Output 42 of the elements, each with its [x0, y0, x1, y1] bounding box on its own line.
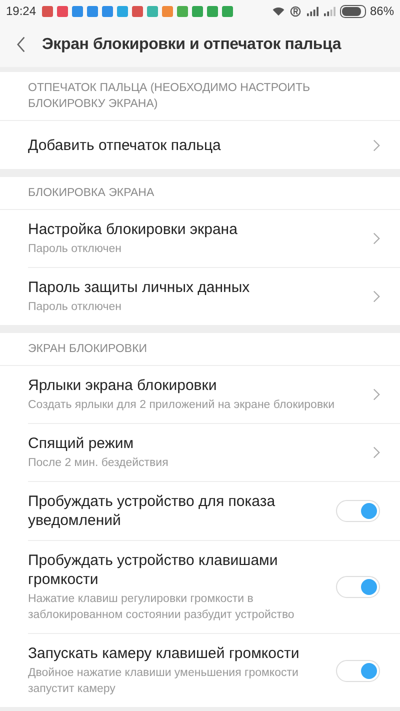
- page-title: Экран блокировки и отпечаток пальца: [42, 36, 342, 54]
- item-title: Пробуждать устройство клавишами громкости: [28, 551, 279, 589]
- settings-item[interactable]: Добавить отпечаток пальца: [28, 121, 400, 169]
- settings-item[interactable]: Ярлыки экрана блокировки Создать ярлыки для 2 приложений на экране блокировки: [28, 366, 400, 424]
- item-subtitle: Нажатие клавиш регулировки громкости в заблокированном состоянии разбудит устройство: [28, 592, 296, 623]
- item-title: Спящий режим: [28, 434, 135, 453]
- toggle-switch[interactable]: [336, 576, 380, 598]
- item-title: Настройка блокировки экрана: [28, 220, 238, 239]
- toggle-switch[interactable]: [336, 500, 380, 522]
- battery-percent: 86%: [370, 4, 394, 18]
- settings-item[interactable]: Настройка блокировки экрана Пароль отключен: [28, 210, 400, 268]
- item-title: Запускать камеру клавишей громкости: [28, 644, 300, 663]
- item-subtitle: После 2 мин. бездействия: [28, 456, 170, 471]
- settings-item[interactable]: Пробуждать устройство клавишами громкости Нажатие клавиш регулировки громкости в заблокированном состоянии разбудит устройство: [28, 541, 400, 634]
- item-subtitle: Создать ярлыки для 2 приложений на экране блокировки: [28, 398, 336, 413]
- settings-item[interactable]: Запускать камеру клавишей громкости Двойное нажатие клавиши уменьшения громкости запустит камеру: [28, 634, 400, 707]
- item-subtitle: Пароль отключен: [28, 242, 122, 257]
- settings-item[interactable]: Пароль защиты личных данных Пароль отключен: [28, 268, 400, 325]
- section-header: ЭКРАН БЛОКИРОВКИ: [0, 333, 400, 366]
- toggle-switch[interactable]: [336, 660, 380, 682]
- item-title: Добавить отпечаток пальца: [28, 136, 222, 154]
- settings-item[interactable]: Спящий режим После 2 мин. бездействия: [28, 424, 400, 482]
- chevron-right-icon: [373, 232, 380, 245]
- settings-item[interactable]: Пробуждать устройство для показа уведомлений: [28, 482, 400, 541]
- signal-icon: [322, 6, 336, 16]
- item-title: Ярлыки экрана блокировки: [28, 376, 218, 395]
- chevron-right-icon: [373, 290, 380, 303]
- section-header: ОТПЕЧАТОК ПАЛЬЦА (НЕОБХОДИМО НАСТРОИТЬ БЛОКИРОВКУ ЭКРАНА): [0, 72, 400, 121]
- roaming-icon: [288, 6, 302, 16]
- wifi-icon: [272, 6, 285, 16]
- chevron-right-icon: [373, 446, 380, 459]
- item-subtitle: Двойное нажатие клавиши уменьшения громкости запустит камеру: [28, 666, 300, 697]
- item-title: Пароль защиты личных данных: [28, 278, 251, 297]
- chevron-right-icon: [373, 138, 380, 152]
- battery-icon: [340, 4, 366, 18]
- item-title: Пробуждать устройство для показа уведомлений: [28, 492, 276, 530]
- back-icon[interactable]: [17, 36, 26, 53]
- signal-icon: [306, 6, 319, 16]
- chevron-right-icon: [373, 388, 380, 401]
- section-header: БЛОКИРОВКА ЭКРАНА: [0, 177, 400, 210]
- item-subtitle: Пароль отключен: [28, 300, 122, 315]
- status-time: 19:24: [6, 4, 36, 18]
